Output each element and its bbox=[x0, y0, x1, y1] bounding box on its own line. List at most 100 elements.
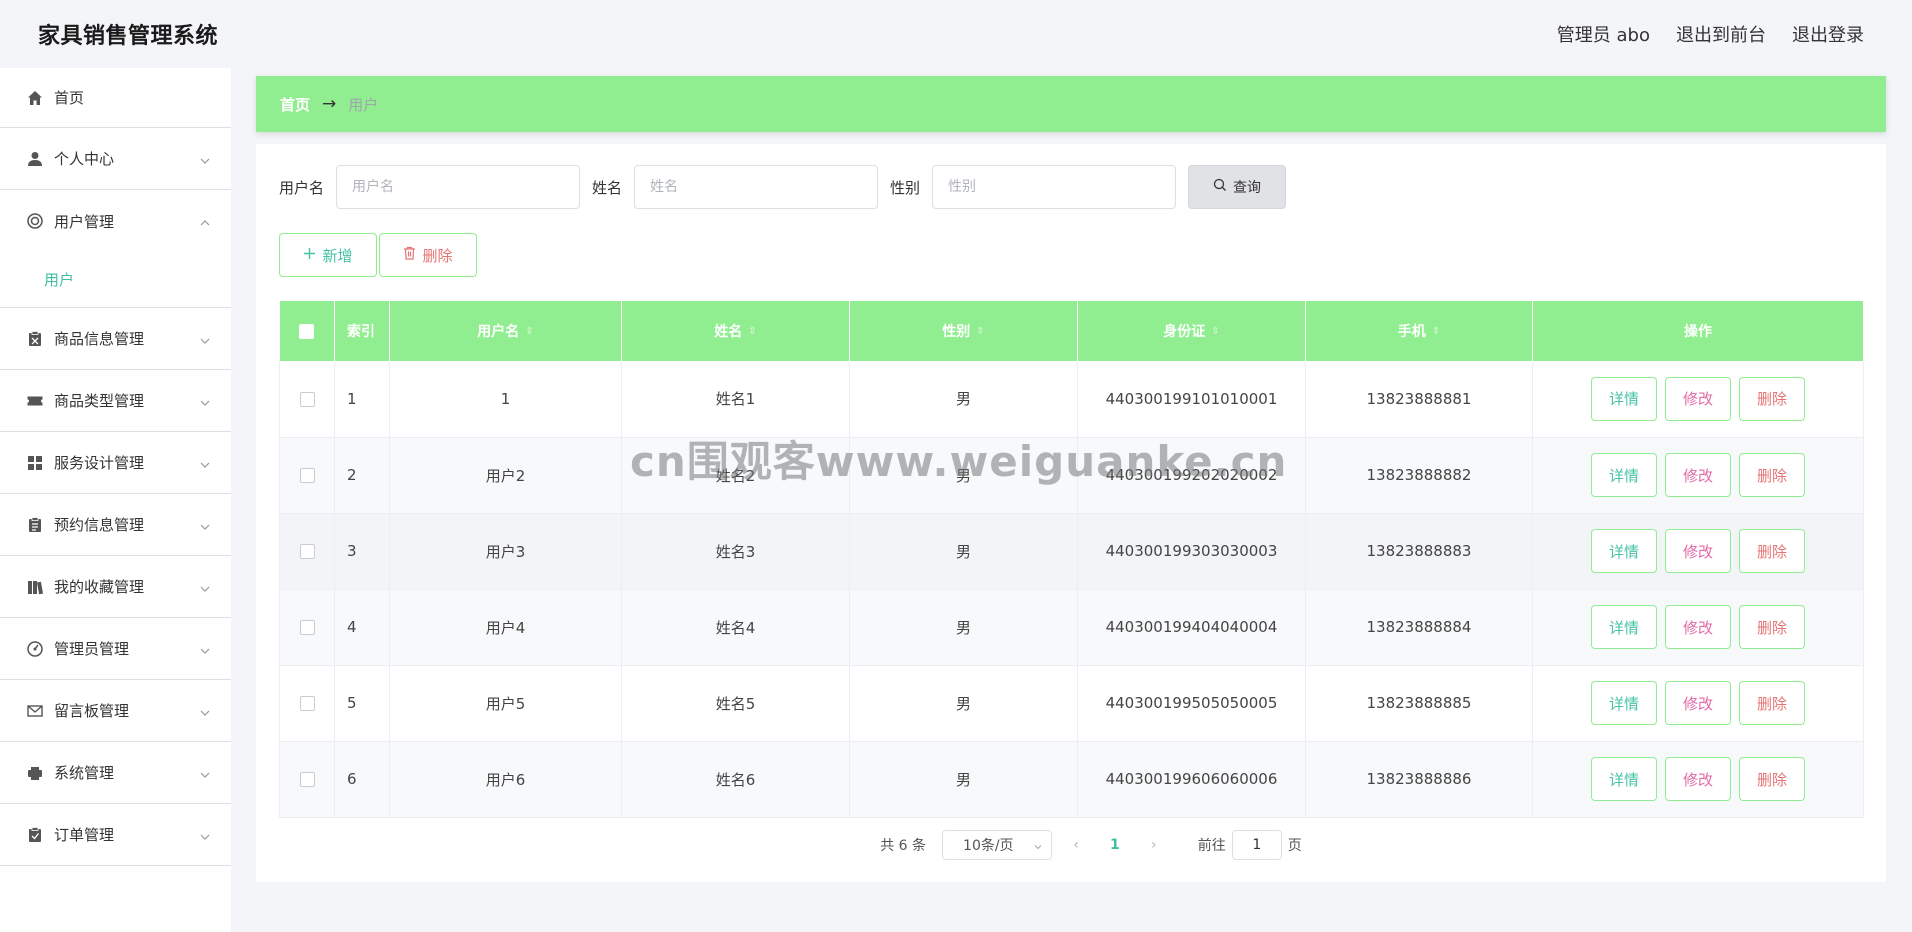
sort-icon[interactable]: ⇕ bbox=[976, 327, 984, 337]
sidebar-item-label: 商品类型管理 bbox=[54, 392, 145, 410]
edit-button[interactable]: 修改 bbox=[1665, 529, 1731, 573]
clipboard-check-icon bbox=[27, 826, 43, 843]
sort-icon[interactable]: ⇕ bbox=[748, 327, 756, 337]
logout-link[interactable]: 退出登录 bbox=[1792, 21, 1864, 47]
sidebar-item-message-board[interactable]: 留言板管理 bbox=[0, 680, 231, 742]
page-size-select[interactable]: 10条/页 bbox=[942, 830, 1053, 860]
delete-row-button[interactable]: 删除 bbox=[1739, 453, 1805, 497]
breadcrumb-home[interactable]: 首页 bbox=[280, 94, 310, 115]
sidebar-item-user-management[interactable]: 用户管理 bbox=[0, 190, 231, 252]
cell-actions: 详情 修改 删除 bbox=[1532, 437, 1864, 514]
query-button-label: 查询 bbox=[1233, 180, 1262, 196]
row-select-cell[interactable] bbox=[279, 665, 335, 742]
row-select-cell[interactable] bbox=[279, 589, 335, 666]
detail-button[interactable]: 详情 bbox=[1591, 757, 1657, 801]
add-button-label: 新增 bbox=[322, 246, 353, 265]
delete-row-button[interactable]: 删除 bbox=[1739, 605, 1805, 649]
detail-button[interactable]: 详情 bbox=[1591, 529, 1657, 573]
detail-button[interactable]: 详情 bbox=[1591, 376, 1657, 421]
next-page-icon[interactable]: › bbox=[1140, 837, 1168, 853]
delete-row-button[interactable]: 删除 bbox=[1739, 376, 1805, 421]
row-checkbox[interactable] bbox=[299, 620, 315, 635]
edit-button[interactable]: 修改 bbox=[1665, 453, 1731, 497]
sidebar-item-label: 用户管理 bbox=[54, 212, 115, 231]
detail-button[interactable]: 详情 bbox=[1591, 453, 1657, 497]
cell-username: 用户5 bbox=[389, 665, 622, 742]
col-header-id-card[interactable]: 身份证 ⇕ bbox=[1077, 301, 1306, 361]
col-header-phone[interactable]: 手机 ⇕ bbox=[1305, 301, 1533, 361]
batch-delete-button[interactable]: 删除 bbox=[379, 233, 477, 277]
row-select-cell[interactable] bbox=[279, 437, 335, 514]
sidebar-item-label: 服务设计管理 bbox=[54, 454, 145, 472]
gender-search-input[interactable] bbox=[932, 165, 1177, 209]
row-checkbox[interactable] bbox=[299, 696, 315, 711]
table-row: 5 用户5 姓名5 男 440300199505050005 138238888… bbox=[279, 665, 1864, 742]
printer-icon bbox=[27, 765, 43, 781]
sort-icon[interactable]: ⇕ bbox=[525, 327, 533, 337]
sidebar-item-system-management[interactable]: 系统管理 bbox=[0, 742, 231, 804]
breadcrumb-arrow-icon: → bbox=[322, 94, 337, 114]
user-icon bbox=[27, 151, 43, 167]
row-select-cell[interactable] bbox=[279, 741, 335, 818]
delete-row-button[interactable]: 删除 bbox=[1739, 681, 1805, 725]
delete-row-button[interactable]: 删除 bbox=[1739, 757, 1805, 801]
cell-username: 用户2 bbox=[389, 437, 622, 514]
edit-button[interactable]: 修改 bbox=[1665, 681, 1731, 725]
search-form: 用户名 姓名 性别 查询 bbox=[279, 165, 1287, 209]
sidebar-item-reservation[interactable]: 预约信息管理 bbox=[0, 494, 231, 556]
cell-username: 1 bbox=[389, 361, 622, 438]
sidebar-item-favorites[interactable]: 我的收藏管理 bbox=[0, 556, 231, 618]
row-select-cell[interactable] bbox=[279, 513, 335, 590]
row-checkbox[interactable] bbox=[299, 468, 315, 483]
col-header-username[interactable]: 用户名 ⇕ bbox=[389, 301, 622, 361]
detail-button[interactable]: 详情 bbox=[1591, 681, 1657, 725]
action-bar: 新增 删除 bbox=[279, 233, 477, 277]
clipboard-icon bbox=[27, 330, 43, 347]
edit-button[interactable]: 修改 bbox=[1665, 757, 1731, 801]
detail-button[interactable]: 详情 bbox=[1591, 605, 1657, 649]
col-header-gender[interactable]: 性别 ⇕ bbox=[849, 301, 1078, 361]
chevron-down-icon bbox=[199, 395, 211, 407]
books-icon bbox=[27, 579, 43, 595]
chevron-down-icon bbox=[199, 519, 211, 531]
sidebar-item-admin-management[interactable]: 管理员管理 bbox=[0, 618, 231, 680]
sidebar-item-home[interactable]: 首页 bbox=[0, 68, 231, 128]
breadcrumb: 首页 → 用户 bbox=[256, 76, 1886, 132]
sidebar-subitem-users[interactable]: 用户 bbox=[0, 252, 231, 308]
sidebar-item-service-design[interactable]: 服务设计管理 bbox=[0, 432, 231, 494]
row-checkbox[interactable] bbox=[299, 544, 315, 559]
col-header-name[interactable]: 姓名 ⇕ bbox=[621, 301, 850, 361]
name-search-input[interactable] bbox=[634, 165, 879, 209]
page-suffix-label: 页 bbox=[1287, 838, 1302, 854]
exit-to-front-link[interactable]: 退出到前台 bbox=[1676, 21, 1766, 47]
select-all-header[interactable] bbox=[279, 301, 335, 361]
chevron-down-icon bbox=[199, 643, 211, 655]
sidebar-item-product-type[interactable]: 商品类型管理 bbox=[0, 370, 231, 432]
cell-name: 姓名5 bbox=[621, 665, 850, 742]
pagination-total: 共 6 条 bbox=[880, 838, 927, 854]
goto-label: 前往 bbox=[1197, 838, 1226, 854]
cell-name: 姓名1 bbox=[621, 361, 850, 438]
sidebar-item-product-info[interactable]: 商品信息管理 bbox=[0, 308, 231, 370]
sidebar-item-order-management[interactable]: 订单管理 bbox=[0, 804, 231, 866]
row-checkbox[interactable] bbox=[299, 772, 315, 787]
table-row: 3 用户3 姓名3 男 440300199303030003 138238888… bbox=[279, 513, 1864, 590]
cell-index: 6 bbox=[334, 741, 390, 818]
row-select-cell[interactable] bbox=[279, 361, 335, 438]
sort-icon[interactable]: ⇕ bbox=[1211, 327, 1219, 337]
select-all-checkbox[interactable] bbox=[299, 323, 315, 339]
edit-button[interactable]: 修改 bbox=[1665, 376, 1731, 421]
sidebar-item-personal-center[interactable]: 个人中心 bbox=[0, 128, 231, 190]
edit-button[interactable]: 修改 bbox=[1665, 605, 1731, 649]
add-button[interactable]: 新增 bbox=[279, 233, 377, 277]
prev-page-icon[interactable]: ‹ bbox=[1062, 837, 1090, 853]
username-search-input[interactable] bbox=[336, 165, 581, 209]
sidebar-item-label: 商品信息管理 bbox=[54, 330, 145, 348]
goto-page-input[interactable] bbox=[1231, 830, 1282, 860]
sort-icon[interactable]: ⇕ bbox=[1432, 327, 1440, 337]
delete-row-button[interactable]: 删除 bbox=[1739, 529, 1805, 573]
page-number-current[interactable]: 1 bbox=[1110, 837, 1120, 853]
cell-gender: 男 bbox=[849, 361, 1078, 438]
query-button[interactable]: 查询 bbox=[1188, 165, 1287, 209]
row-checkbox[interactable] bbox=[299, 391, 315, 407]
